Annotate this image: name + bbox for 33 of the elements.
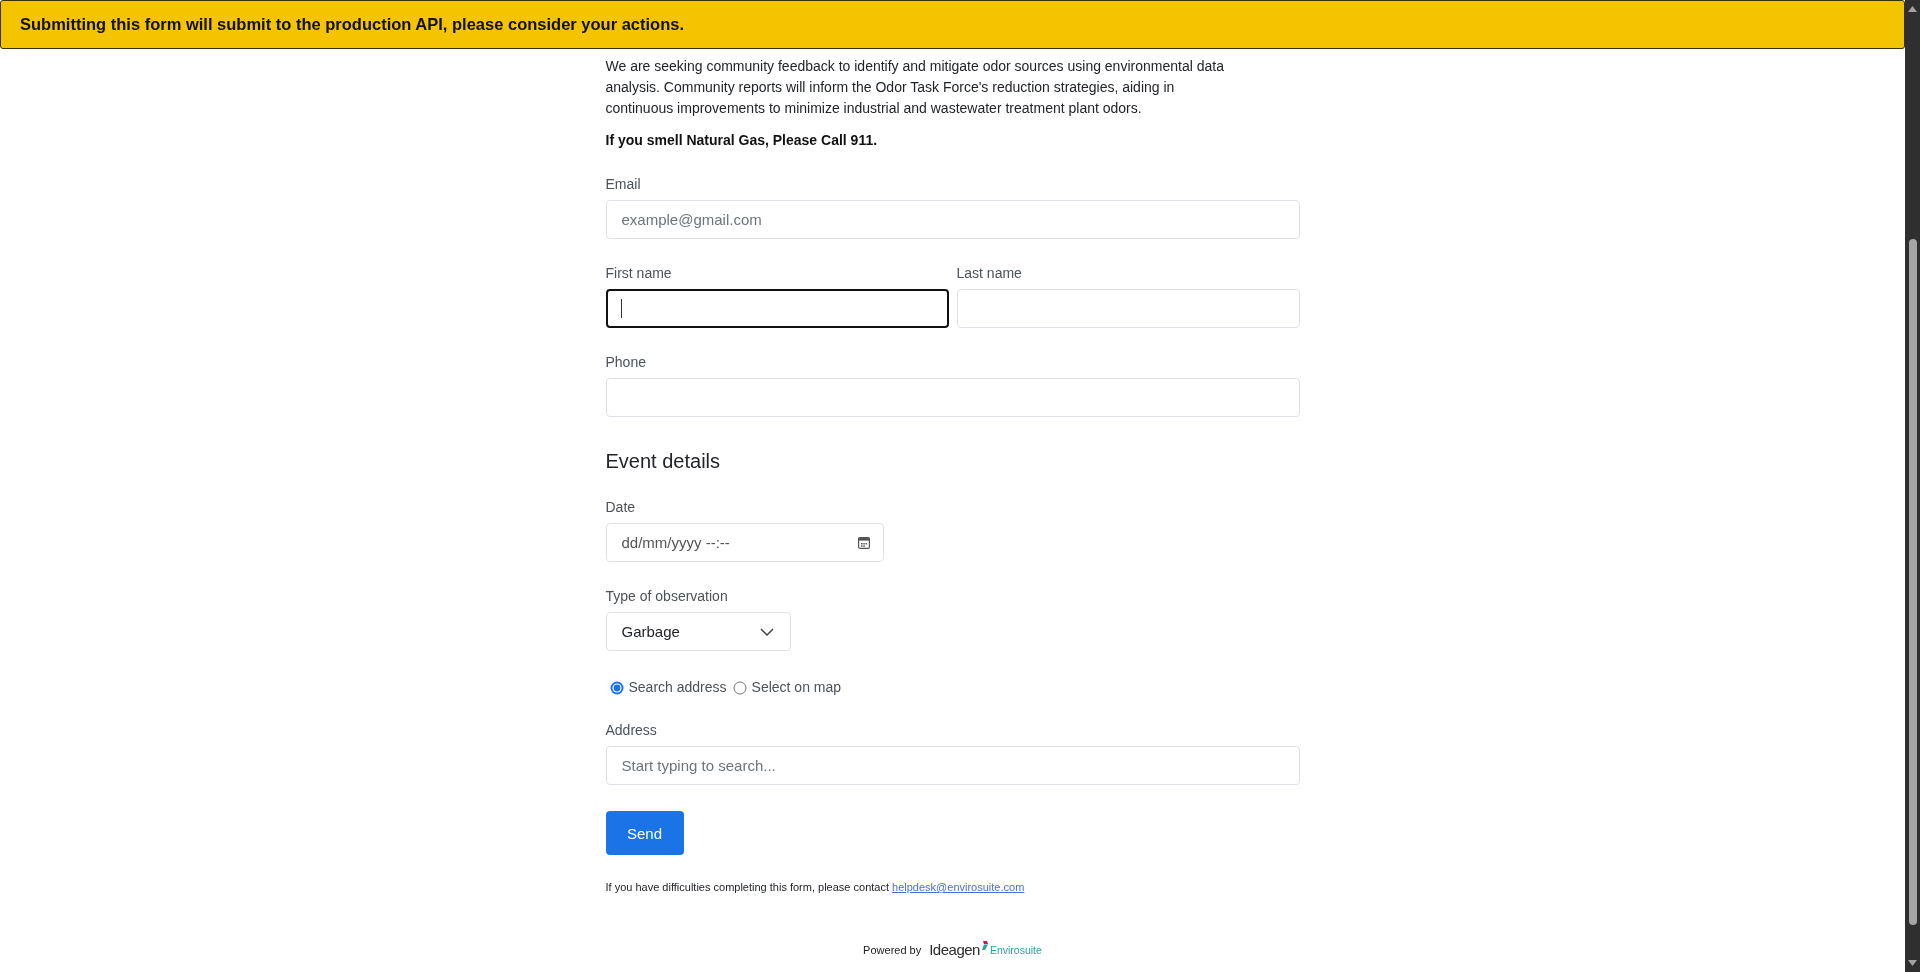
input-field[interactable] [605,289,949,328]
gas-warning-text: If you smell Natural Gas, Please Call 911. [605,131,878,150]
logo-product-name: Envirosuite [989,943,1042,956]
field-label: First name [605,264,673,283]
scroll-up-icon[interactable] [1908,6,1917,12]
help-text: If you have difficulties completing this form, please contact helpdesk@envirosuite.com [605,880,1025,895]
logo-wordmark: Ideagen [929,941,980,958]
field-label: Phone [605,353,647,372]
field-label: Date [605,498,637,517]
radio-icon[interactable] [732,680,747,695]
section-heading: Event details [605,449,720,474]
logo-mark-icon [980,941,988,950]
field-label: Last name [956,264,1023,283]
radio-option[interactable]: Select on map [732,677,842,698]
dropdown[interactable]: Garbage [605,612,791,651]
date-field[interactable]: dd/mm/yyyy --:-- [605,523,884,562]
email-link[interactable]: helpdesk@envirosuite.com [892,881,1025,893]
radio-icon[interactable] [609,680,624,695]
powered-by-text: Powered by [863,943,922,956]
send-button[interactable]: Send [605,811,684,855]
radio-option[interactable]: Search address [609,677,727,698]
field-label: Type of observation [605,587,729,606]
intro-paragraph: We are seeking community feedback to identify and mitigate odor sources using environmental data analysis. Community reports will inform the Odor Task Force's reduction strategies, aiding in continuous improvements to minimize industrial and wastewater treatment plant odors. [605,57,1224,118]
text-cursor-icon [620,299,622,318]
scrollbar-thumb[interactable] [1908,239,1917,925]
chevron-down-icon [759,627,774,636]
field-label: Address [605,721,658,740]
scrollbar[interactable] [1905,0,1920,972]
field-label: Email [605,175,642,194]
warning-banner: Submitting this form will submit to the production API, please consider your actions. [0,0,1905,49]
address-field[interactable]: Start typing to search... [605,746,1300,785]
calendar-icon[interactable] [857,537,870,549]
scroll-down-icon[interactable] [1908,960,1917,966]
